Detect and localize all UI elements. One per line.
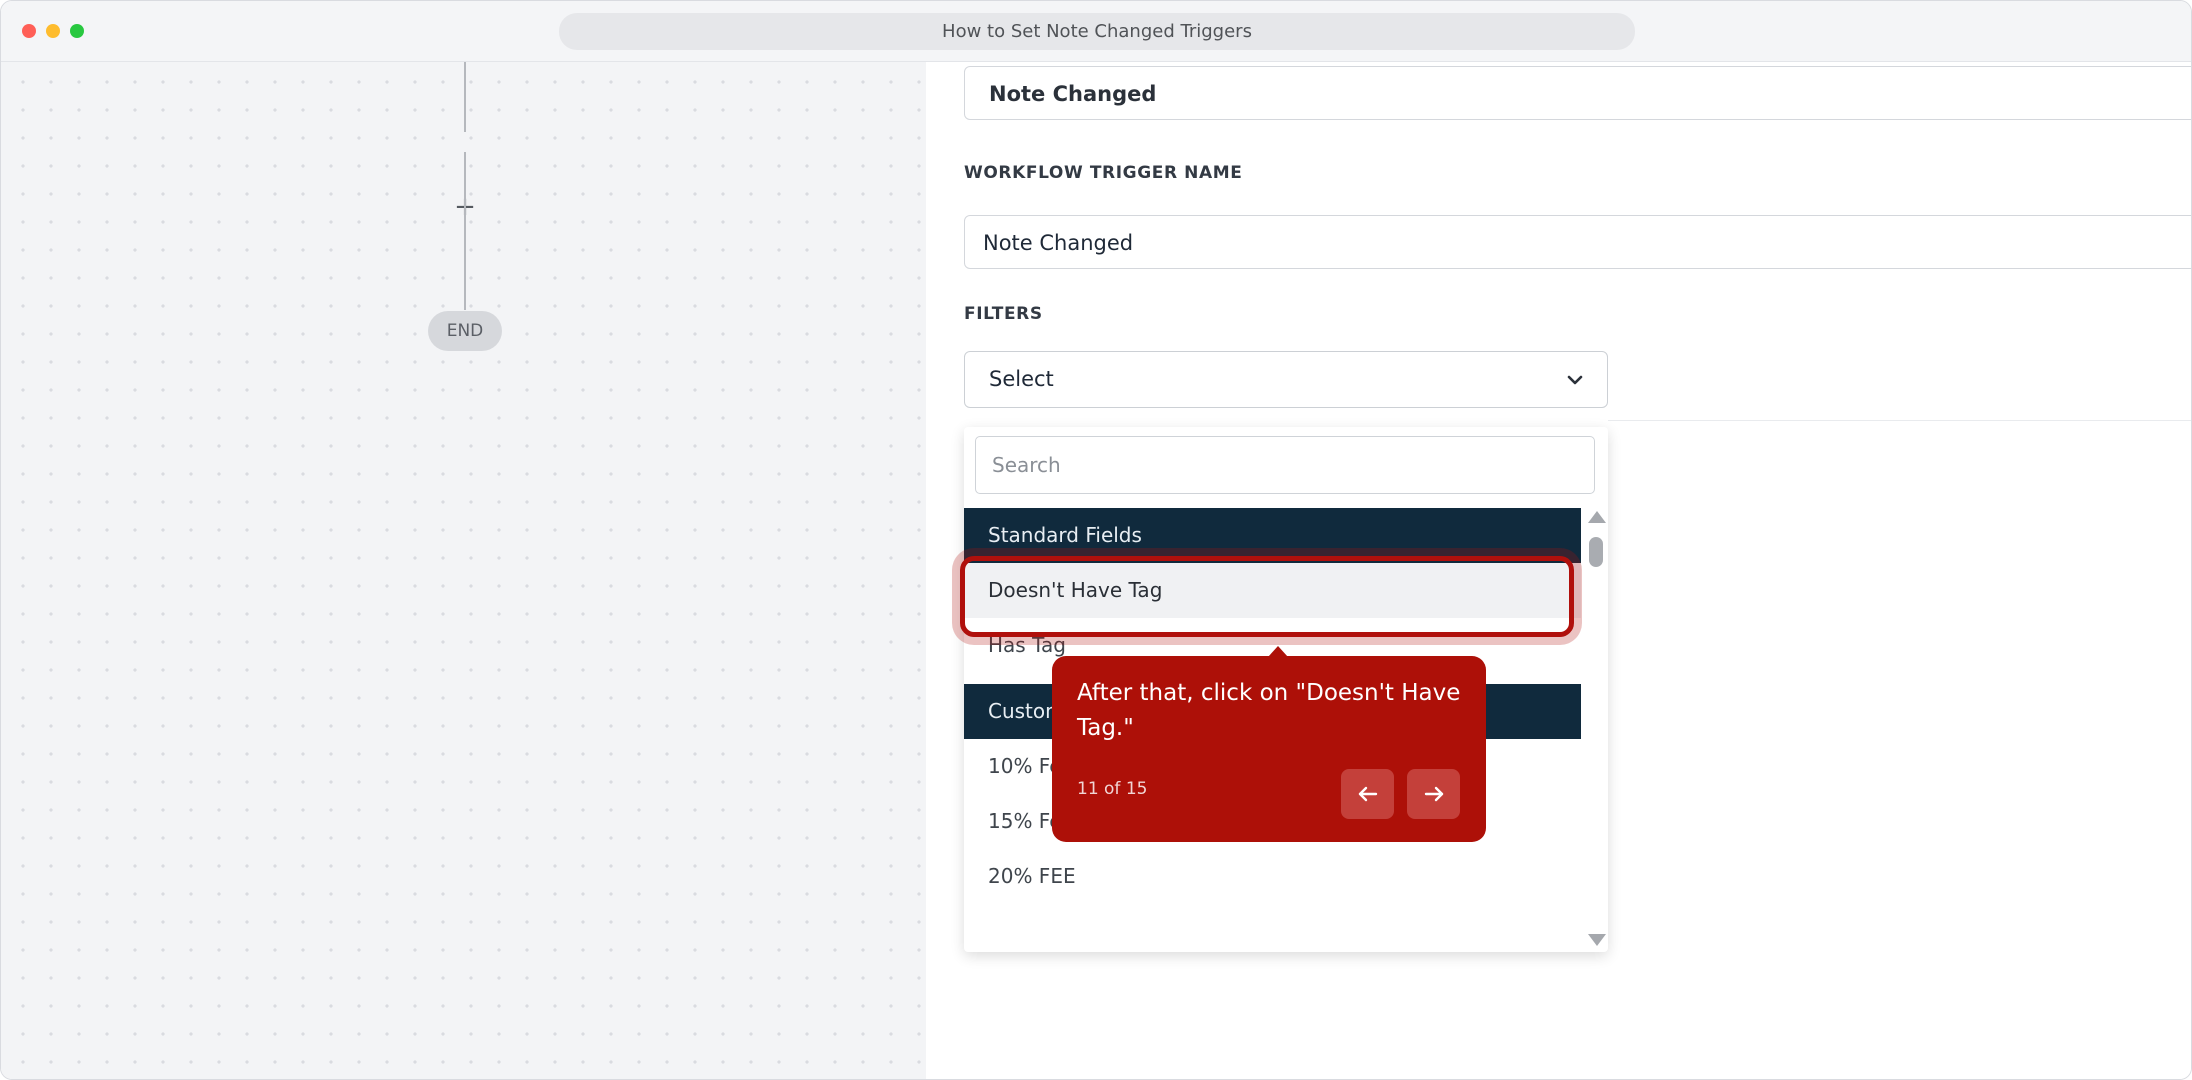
workflow-canvas[interactable]: + END [1,62,926,1079]
filters-select-value: Select [989,367,1054,391]
title-bar: How to Set Note Changed Triggers [1,1,2191,62]
group-header-standard-fields: Standard Fields [964,508,1581,563]
filters-select[interactable]: Select [964,351,1608,408]
step-highlight-ring [960,556,1574,637]
connector-line [464,62,466,132]
trigger-name-label: WORKFLOW TRIGGER NAME [964,163,1243,183]
browser-window: How to Set Note Changed Triggers + END N… [0,0,2192,1080]
connector-line [464,152,466,310]
tooltip-instruction: After that, click on "Doesn't Have Tag." [1077,680,1461,741]
minimize-window-icon[interactable] [46,24,60,38]
step-counter: 11 of 15 [1077,779,1148,799]
close-window-icon[interactable] [22,24,36,38]
dropdown-scrollbar[interactable] [1583,508,1608,952]
filters-label: FILTERS [964,304,1043,324]
end-node: END [428,311,502,351]
window-title: How to Set Note Changed Triggers [559,13,1635,50]
scroll-up-arrow-icon[interactable] [1588,511,1606,523]
scroll-down-arrow-icon[interactable] [1588,934,1606,946]
trigger-type-field[interactable]: Note Changed [964,66,2191,120]
arrow-left-icon [1358,786,1378,802]
guide-tooltip: After that, click on "Doesn't Have Tag."… [1052,646,1486,842]
trigger-name-input[interactable]: Note Changed [964,215,2191,269]
dropdown-search-input[interactable] [975,436,1595,494]
previous-step-button[interactable] [1341,769,1394,819]
option-20-fee[interactable]: 20% FEE [964,849,1581,904]
scroll-thumb[interactable] [1589,537,1603,567]
chevron-down-icon [1567,375,1583,385]
maximize-window-icon[interactable] [70,24,84,38]
arrow-right-icon [1424,786,1444,802]
next-step-button[interactable] [1407,769,1460,819]
divider [1608,420,2191,421]
